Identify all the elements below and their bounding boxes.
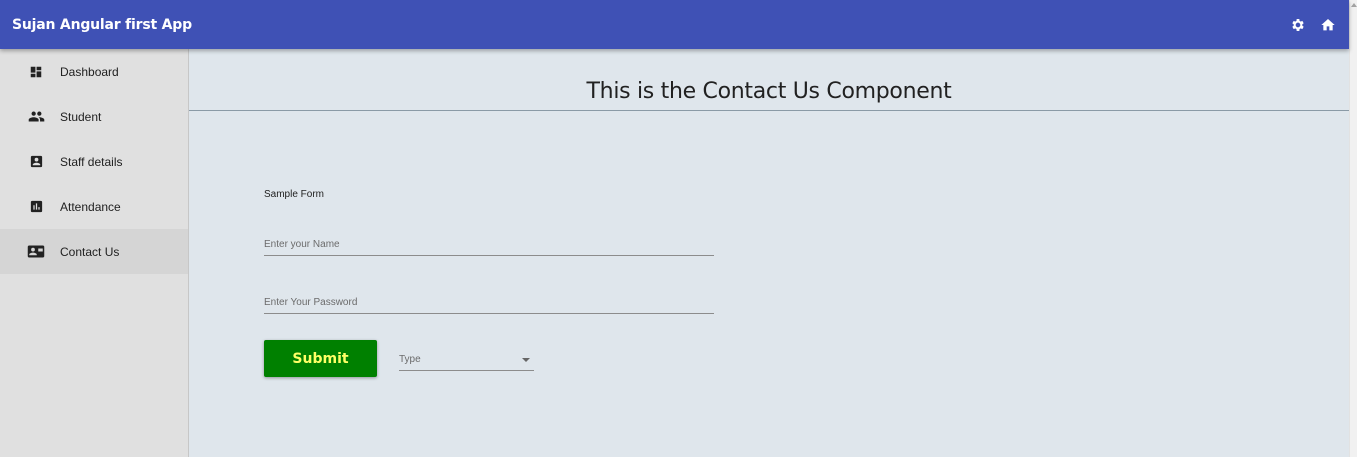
type-select[interactable]: Type — [399, 352, 534, 371]
sidebar-item-label: Staff details — [60, 154, 123, 169]
password-placeholder: Enter Your Password — [264, 297, 358, 308]
contact-box-icon — [27, 153, 45, 171]
app-title: Sujan Angular first App — [12, 16, 192, 33]
password-underline — [264, 313, 714, 314]
home-icon[interactable] — [1319, 16, 1337, 34]
scroll-up-arrow-icon[interactable] — [1351, 3, 1357, 7]
dashboard-icon — [27, 63, 45, 81]
sidebar: Dashboard Student Staff details Attendan… — [0, 49, 189, 457]
form-label: Sample Form — [264, 189, 325, 200]
sidebar-item-dashboard[interactable]: Dashboard — [0, 49, 188, 94]
name-placeholder: Enter your Name — [264, 239, 340, 250]
sidebar-item-attendance[interactable]: Attendance — [0, 184, 188, 229]
sidebar-item-staff-details[interactable]: Staff details — [0, 139, 188, 184]
sidebar-item-label: Dashboard — [60, 64, 119, 79]
dropdown-arrow-icon — [522, 358, 530, 362]
sidebar-item-label: Student — [60, 109, 102, 124]
sidebar-item-student[interactable]: Student — [0, 94, 188, 139]
submit-button[interactable]: Submit — [264, 340, 377, 377]
sidebar-item-contact-us[interactable]: Contact Us — [0, 229, 188, 274]
app-toolbar: Sujan Angular first App — [0, 0, 1349, 49]
contact-card-icon — [27, 243, 45, 261]
people-icon — [27, 108, 45, 126]
page-title: This is the Contact Us Component — [586, 79, 952, 104]
name-underline — [264, 255, 714, 256]
vertical-scrollbar[interactable] — [1349, 0, 1357, 457]
type-placeholder: Type — [399, 354, 421, 365]
title-divider — [189, 110, 1349, 111]
name-field[interactable]: Enter your Name — [264, 239, 714, 256]
main-content: This is the Contact Us Component Sample … — [189, 49, 1349, 457]
bar-chart-icon — [27, 198, 45, 216]
sidebar-item-label: Attendance — [60, 199, 121, 214]
password-field[interactable]: Enter Your Password — [264, 297, 714, 314]
sidebar-item-label: Contact Us — [60, 244, 120, 259]
settings-icon[interactable] — [1289, 16, 1307, 34]
